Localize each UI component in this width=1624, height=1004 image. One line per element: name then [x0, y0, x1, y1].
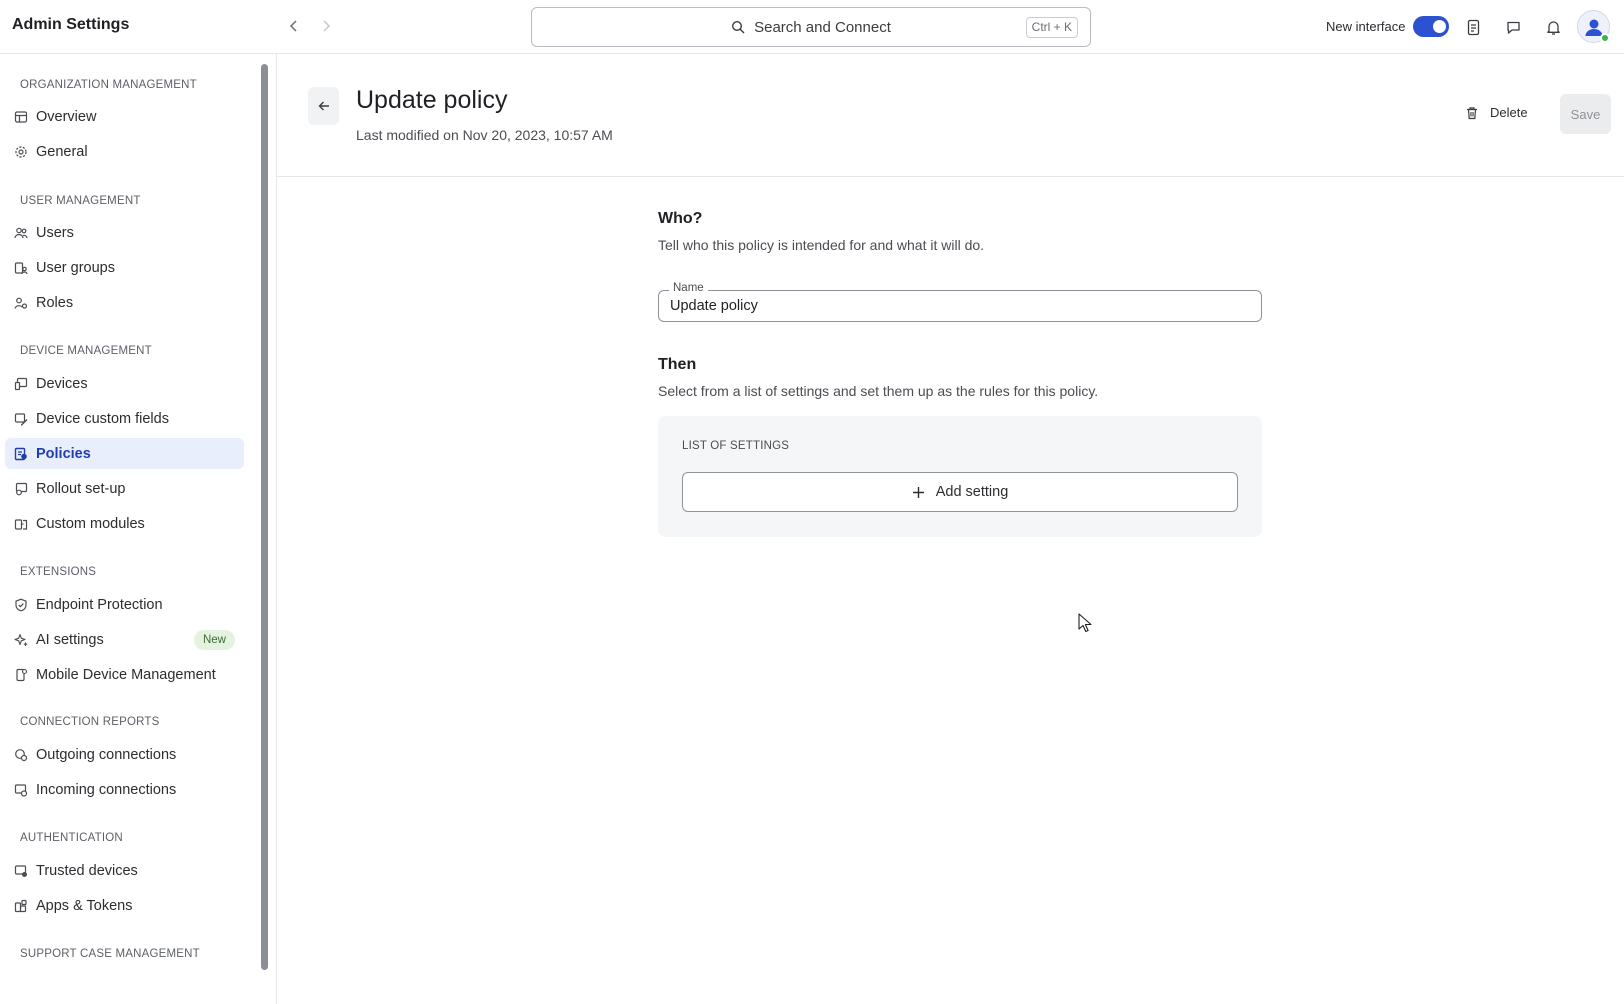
sidebar-item-trusted-devices[interactable]: Trusted devices: [5, 855, 244, 886]
sidebar-scrollbar[interactable]: [261, 64, 268, 970]
custom-fields-icon: [14, 412, 28, 426]
app-title: Admin Settings: [12, 16, 130, 33]
then-description: Select from a list of settings and set t…: [658, 383, 1099, 399]
sidebar: ORGANIZATION MANAGEMENT Overview General…: [0, 54, 277, 1004]
name-input[interactable]: [670, 298, 1230, 314]
incoming-icon: [14, 783, 28, 797]
forward-arrow-icon[interactable]: [316, 16, 336, 36]
modules-icon: [14, 517, 28, 531]
who-heading: Who?: [658, 210, 703, 227]
sidebar-item-apps-tokens[interactable]: Apps & Tokens: [5, 890, 244, 921]
section-title-user-management: USER MANAGEMENT: [20, 195, 141, 207]
bell-icon[interactable]: [1542, 16, 1564, 38]
sidebar-item-ai-settings[interactable]: AI settings New: [5, 624, 244, 655]
sidebar-item-policies[interactable]: Policies: [5, 438, 244, 469]
trusted-device-icon: [14, 864, 28, 878]
sidebar-item-roles[interactable]: Roles: [5, 287, 244, 318]
sidebar-item-incoming-connections[interactable]: Incoming connections: [5, 774, 244, 805]
policies-icon: [14, 447, 28, 461]
search-label: Search and Connect: [754, 18, 891, 36]
shield-icon: [14, 598, 28, 612]
trash-icon: [1467, 106, 1477, 119]
rollout-icon: [14, 482, 28, 496]
name-field[interactable]: Name: [658, 282, 1262, 322]
outgoing-icon: [14, 748, 28, 762]
add-setting-label: Add setting: [935, 484, 1009, 500]
roles-icon: [14, 296, 28, 310]
section-title-support-case-management: SUPPORT CASE MANAGEMENT: [20, 948, 200, 960]
sidebar-item-devices[interactable]: Devices: [5, 368, 244, 399]
settings-list-title: LIST OF SETTINGS: [682, 440, 790, 452]
save-button[interactable]: Save: [1560, 94, 1611, 134]
page-title: Update policy: [356, 86, 508, 114]
sparkle-icon: [14, 633, 28, 647]
top-bar: Admin Settings Search and Connect Ctrl +…: [0, 0, 1624, 54]
section-title-connection-reports: CONNECTION REPORTS: [20, 716, 160, 728]
users-icon: [14, 226, 28, 240]
dashboard-icon: [14, 110, 28, 124]
search-icon: [732, 20, 745, 34]
online-status-dot: [1600, 33, 1610, 43]
mouse-cursor-icon: [1078, 613, 1092, 633]
section-title-device-management: DEVICE MANAGEMENT: [20, 345, 152, 357]
add-setting-button[interactable]: Add setting: [682, 472, 1238, 512]
sidebar-item-outgoing-connections[interactable]: Outgoing connections: [5, 739, 244, 770]
mobile-icon: [14, 668, 28, 682]
who-description: Tell who this policy is intended for and…: [658, 237, 985, 253]
sidebar-item-general[interactable]: General: [5, 136, 244, 167]
section-title-authentication: AUTHENTICATION: [20, 832, 123, 844]
sidebar-item-device-custom-fields[interactable]: Device custom fields: [5, 403, 244, 434]
section-title-extensions: EXTENSIONS: [20, 566, 97, 578]
sidebar-item-users[interactable]: Users: [5, 217, 244, 248]
plus-icon: [912, 486, 924, 498]
sidebar-item-rollout-set-up[interactable]: Rollout set-up: [5, 473, 244, 504]
new-badge: New: [193, 630, 235, 650]
section-title-organization: ORGANIZATION MANAGEMENT: [20, 79, 197, 91]
search-input[interactable]: Search and Connect Ctrl + K: [531, 7, 1091, 47]
last-modified: Last modified on Nov 20, 2023, 10:57 AM: [356, 127, 613, 143]
policy-form: Who? Tell who this policy is intended fo…: [658, 210, 1262, 537]
new-interface-toggle[interactable]: [1413, 16, 1449, 37]
name-field-label: Name: [669, 282, 708, 294]
document-icon[interactable]: [1462, 16, 1484, 38]
shortcut-hint: Ctrl + K: [1025, 17, 1078, 38]
back-button[interactable]: [308, 87, 339, 125]
new-interface-label: New interface: [1326, 19, 1406, 34]
delete-label: Delete: [1490, 105, 1528, 120]
chat-icon[interactable]: [1502, 16, 1524, 38]
sidebar-item-user-groups[interactable]: User groups: [5, 252, 244, 283]
arrow-left-icon: [318, 101, 329, 111]
sidebar-item-mobile-device-management[interactable]: Mobile Device Management: [5, 659, 244, 690]
sidebar-item-custom-modules[interactable]: Custom modules: [5, 508, 244, 539]
gear-icon: [14, 145, 28, 159]
settings-list-panel: LIST OF SETTINGS Add setting: [658, 416, 1262, 537]
user-groups-icon: [14, 261, 28, 275]
sidebar-item-endpoint-protection[interactable]: Endpoint Protection: [5, 589, 244, 620]
back-arrow-icon[interactable]: [284, 16, 304, 36]
sidebar-item-overview[interactable]: Overview: [5, 101, 244, 132]
apps-icon: [14, 899, 28, 913]
devices-icon: [14, 377, 28, 391]
delete-button[interactable]: Delete: [1465, 105, 1528, 120]
page-header: Update policy Last modified on Nov 20, 2…: [277, 54, 1624, 177]
then-heading: Then: [658, 356, 697, 373]
